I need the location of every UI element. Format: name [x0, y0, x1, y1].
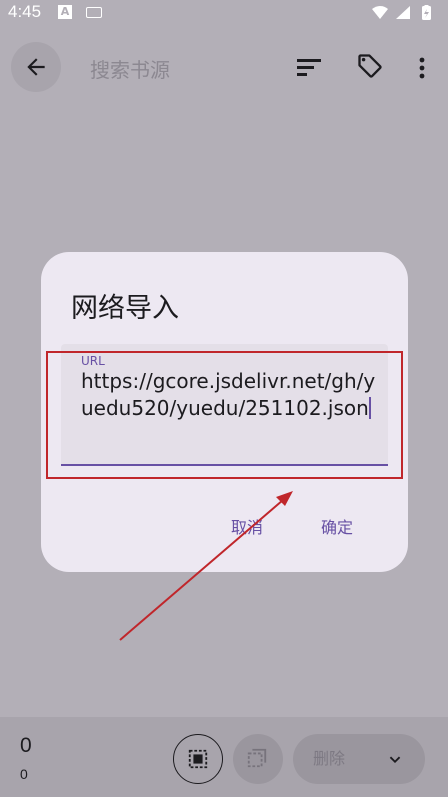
confirm-button[interactable]: 确定: [313, 508, 361, 544]
signal-icon: [396, 6, 410, 19]
dialog-title: 网络导入: [71, 293, 179, 324]
chevron-down-icon: [389, 756, 401, 764]
status-icons: [370, 5, 440, 25]
total-count: 0: [20, 766, 28, 782]
app-notification-icon: A: [58, 5, 72, 19]
keyboard-icon: [86, 7, 102, 18]
wifi-icon: [372, 6, 388, 19]
select-all-icon: [188, 749, 208, 769]
network-import-dialog: 网络导入 URL https://gcore.jsdelivr.net/gh/y…: [41, 252, 408, 572]
status-time: 4:45: [8, 2, 42, 21]
tag-icon[interactable]: [356, 52, 384, 80]
url-input[interactable]: URL https://gcore.jsdelivr.net/gh/yuedu5…: [61, 344, 388, 466]
selected-count: 0: [20, 734, 32, 757]
search-input[interactable]: 搜索书源: [90, 54, 170, 83]
select-all-button[interactable]: [173, 734, 223, 784]
back-arrow-icon: [27, 58, 45, 76]
more-vert-icon[interactable]: [418, 56, 426, 80]
invert-selection-icon: [247, 748, 267, 768]
sort-icon[interactable]: [296, 56, 322, 78]
back-button[interactable]: [11, 42, 61, 92]
more-actions-dropdown[interactable]: [365, 734, 425, 784]
delete-button[interactable]: 删除: [293, 734, 365, 784]
status-bar: 4:45 A: [0, 0, 448, 26]
battery-icon: [422, 5, 431, 20]
selection-bottom-bar: 0 0 删除: [0, 717, 448, 797]
cancel-button[interactable]: 取消: [223, 508, 271, 544]
url-text: https://gcore.jsdelivr.net/gh/yuedu520/y…: [81, 369, 376, 420]
text-caret: [368, 397, 371, 419]
url-field-value[interactable]: https://gcore.jsdelivr.net/gh/yuedu520/y…: [81, 368, 381, 422]
app-bar: 搜索书源: [0, 26, 448, 110]
invert-selection-button[interactable]: [233, 734, 283, 784]
url-field-label: URL: [81, 354, 105, 368]
